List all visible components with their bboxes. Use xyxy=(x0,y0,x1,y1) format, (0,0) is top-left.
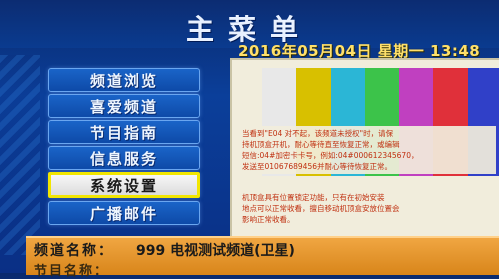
channel-name-row: 频道名称： 999 电视测试频道(卫星) xyxy=(34,240,295,259)
decorative-stripe xyxy=(0,55,40,255)
location-message-line: 机顶盒具有位置锁定功能，只有在初始安装 xyxy=(242,193,385,202)
menu-item-info-service[interactable]: 信息服务 xyxy=(48,146,200,170)
menu-item-channel-browse[interactable]: 频道浏览 xyxy=(48,68,200,92)
menu-item-broadcast-mail[interactable]: 广播邮件 xyxy=(48,201,200,225)
program-name-row: 节目名称： xyxy=(34,260,110,279)
auth-message: 当看到"E04 对不起，该频道未授权"时，请保 持机顶盒开机，耐心等待直至恢复正… xyxy=(238,126,496,174)
location-message-line: 地点可以正常收看，擅自移动机顶盒安放位置会 xyxy=(242,204,400,213)
channel-name-value: 999 电视测试频道(卫星) xyxy=(136,243,295,259)
auth-message-line: 短信:04#加密卡卡号，例如:04#000612345670， xyxy=(242,151,419,160)
channel-info-bar: 频道名称： 999 电视测试频道(卫星) 节目名称： xyxy=(26,236,499,279)
video-preview: 当看到"E04 对不起，该频道未授权"时，请保 持机顶盒开机，耐心等待直至恢复正… xyxy=(230,58,499,240)
date-time: 2016年05月04日 星期一 13:48 xyxy=(238,42,481,60)
menu-item-program-guide[interactable]: 节目指南 xyxy=(48,120,200,144)
page-title: 主菜单 xyxy=(186,13,313,46)
auth-message-line: 当看到"E04 对不起，该频道未授权"时，请保 xyxy=(242,129,394,138)
program-name-label: 节目名称： xyxy=(34,264,110,279)
menu-item-favorites[interactable]: 喜爱频道 xyxy=(48,94,200,118)
location-message-line: 影响正常收看。 xyxy=(242,215,295,224)
auth-message-line: 持机顶盒开机，耐心等待直至恢复正常，或编辑 xyxy=(242,140,400,149)
menu-item-system-settings[interactable]: 系统设置 xyxy=(48,172,200,198)
channel-name-label: 频道名称： xyxy=(34,243,114,259)
location-lock-message: 机顶盒具有位置锁定功能，只有在初始安装 地点可以正常收看，擅自移动机顶盒安放位置… xyxy=(238,192,496,225)
auth-message-line: 发送至01067689456并耐心等待恢复正常。 xyxy=(242,162,392,171)
main-menu: 频道浏览 喜爱频道 节目指南 信息服务 系统设置 广播邮件 xyxy=(48,68,218,228)
